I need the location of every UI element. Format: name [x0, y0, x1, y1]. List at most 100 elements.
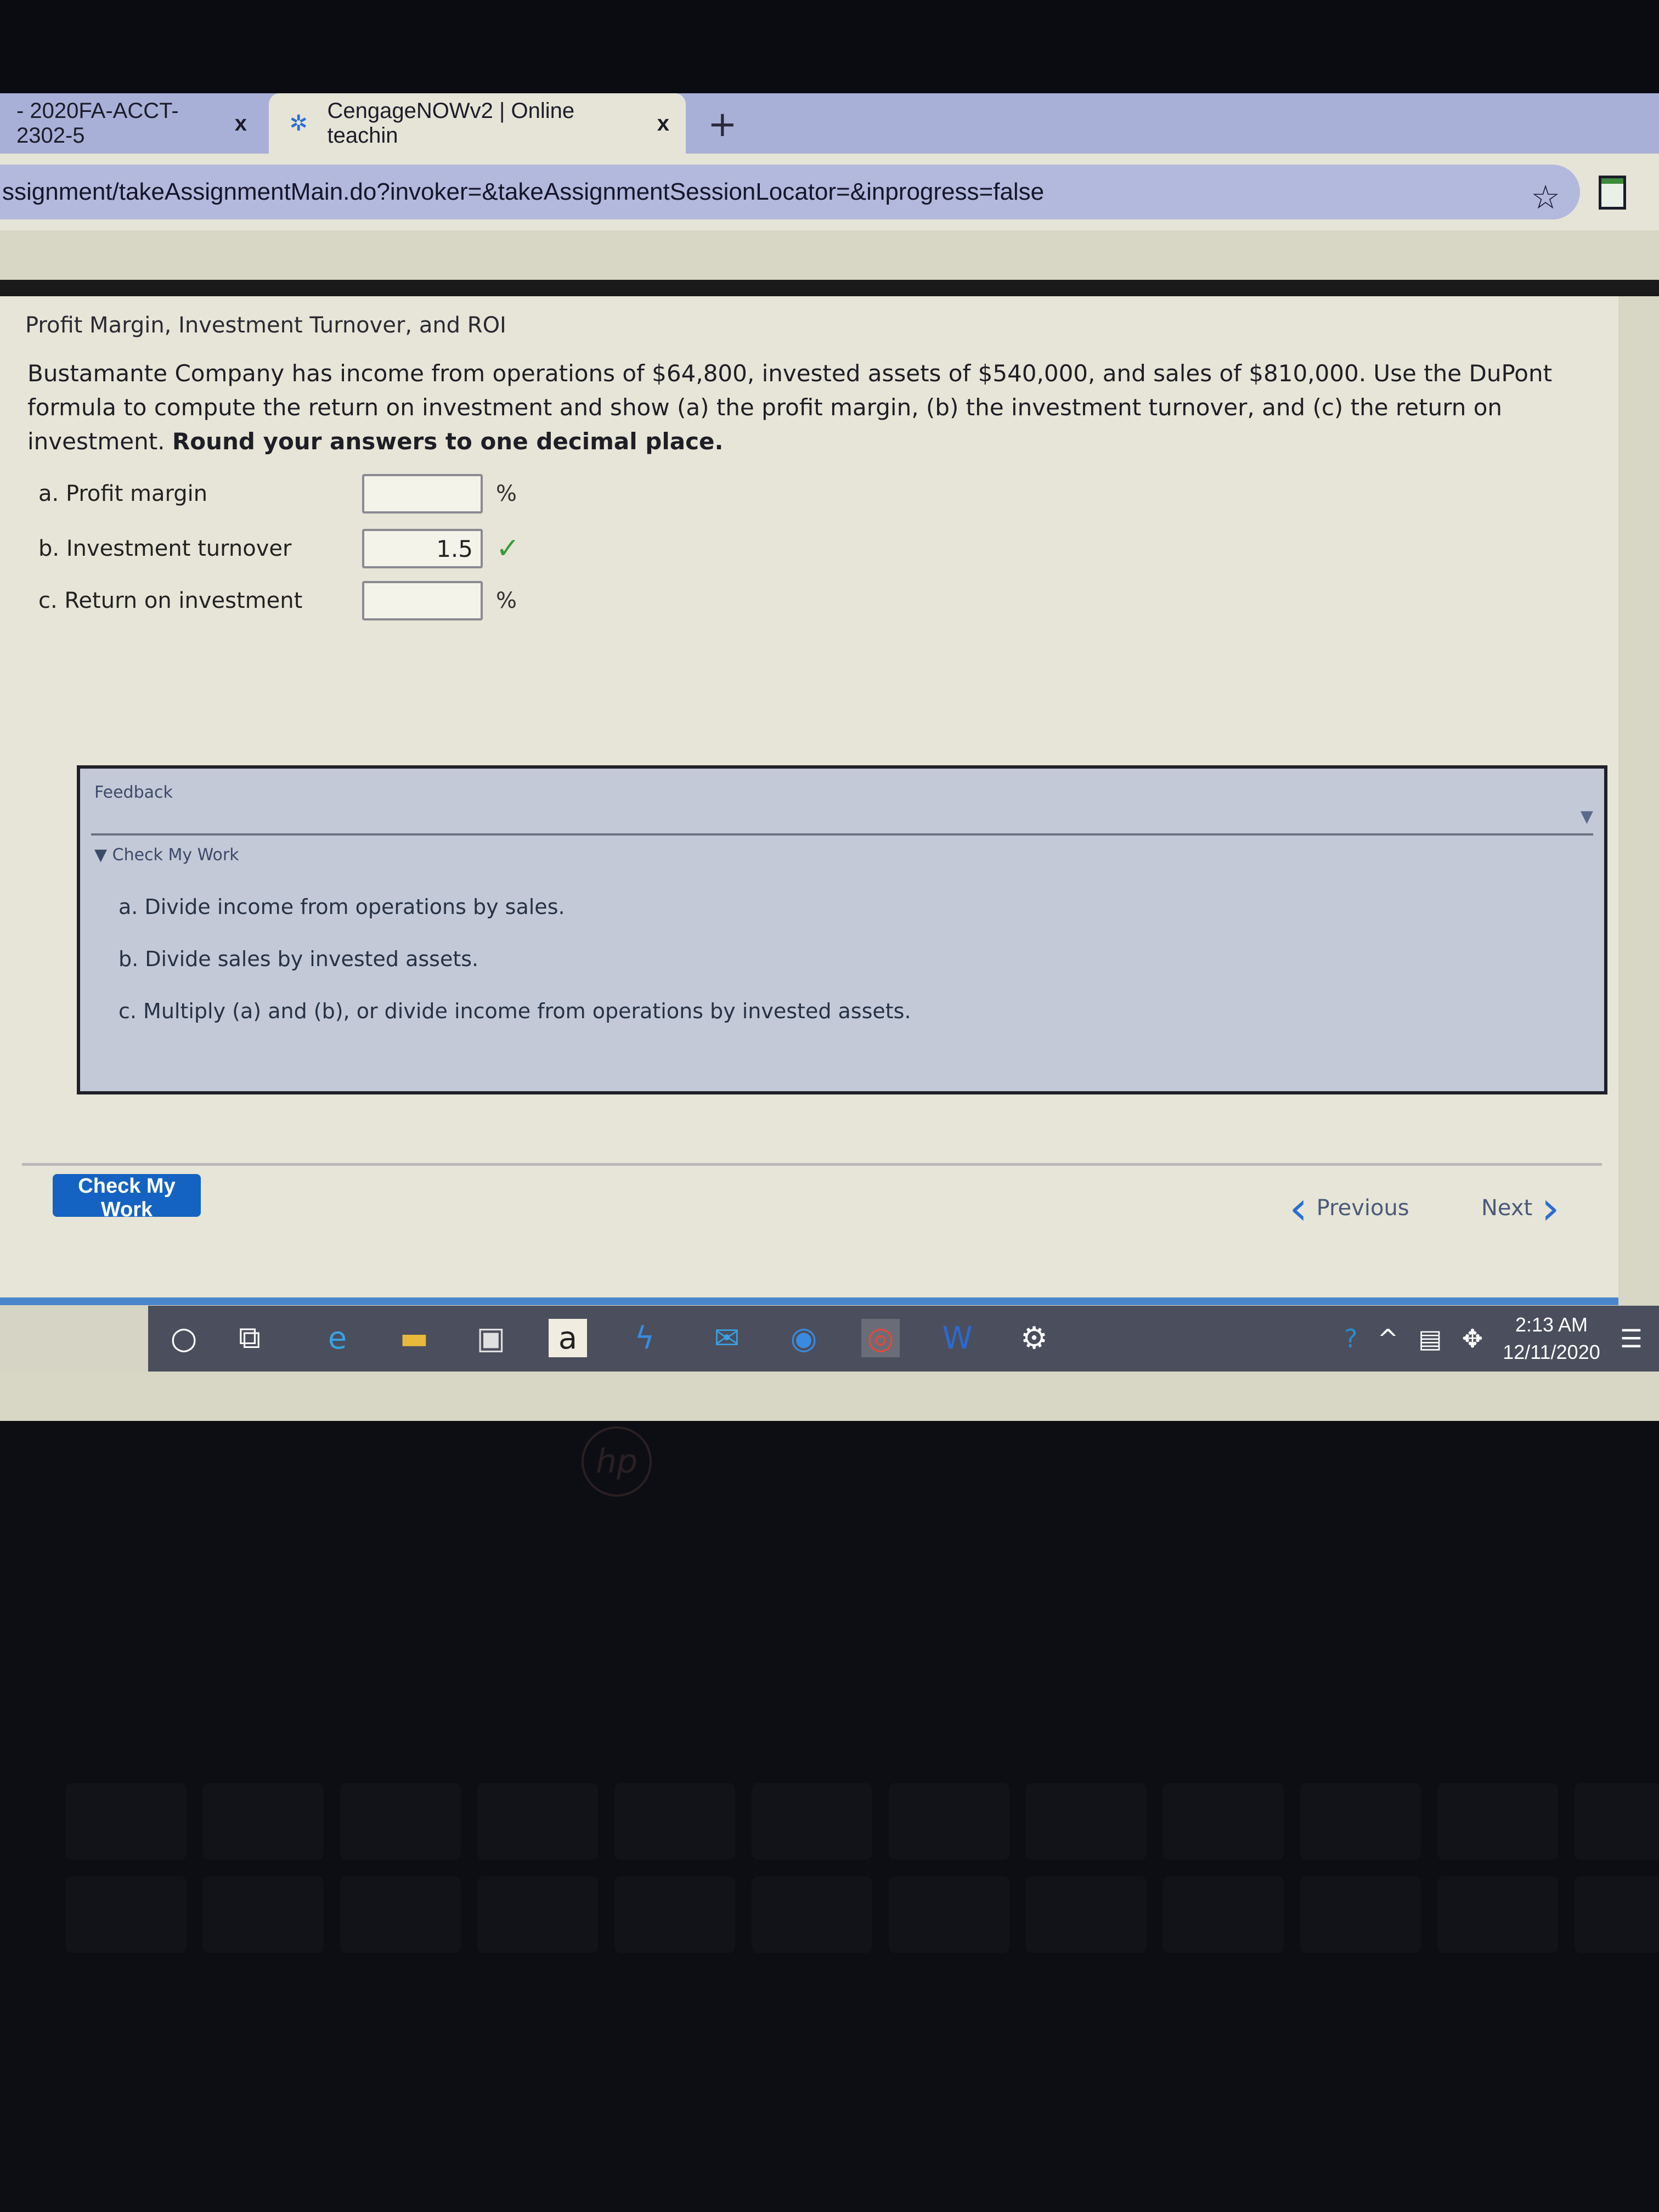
start-area[interactable]	[0, 1306, 148, 1372]
question-text: Bustamante Company has income from opera…	[27, 357, 1618, 459]
show-hidden-icons-chevron[interactable]: ^	[1378, 1324, 1399, 1353]
close-tab-icon[interactable]: x	[657, 111, 669, 136]
cortana-search-icon[interactable]: ○	[165, 1319, 203, 1357]
answer-label: b. Investment turnover	[38, 536, 292, 561]
notifications-icon[interactable]: ☰	[1620, 1324, 1643, 1353]
answer-label: a. Profit margin	[38, 481, 208, 506]
feedback-divider	[91, 833, 1593, 836]
help-icon[interactable]: ?	[1344, 1324, 1357, 1353]
check-my-work-section-toggle[interactable]: ▼ Check My Work	[94, 845, 239, 865]
keyboard-key	[477, 1876, 598, 1953]
question-instruction: Round your answers to one decimal place.	[172, 428, 724, 455]
keyboard-key	[752, 1783, 872, 1860]
browser-tab-strip: - 2020FA-ACCT-2302-5 x ✲ CengageNOWv2 | …	[0, 93, 1659, 154]
keyboard-key	[1026, 1876, 1147, 1953]
keyboard-key	[340, 1783, 461, 1860]
windows-taskbar: ○ ⧉ e ▬ ▣ a ϟ ✉ ◉ ◎ W ⚙ ? ^ ▤ ✥ 2:13 AM …	[0, 1306, 1659, 1372]
cortana-app-icon[interactable]: ◉	[785, 1319, 823, 1357]
keyboard-key	[1300, 1783, 1421, 1860]
cengage-favicon-icon: ✲	[289, 111, 308, 136]
expand-triangle-icon: ▼	[94, 845, 108, 865]
return-on-investment-input[interactable]	[362, 581, 483, 620]
answer-label: c. Return on investment	[38, 588, 303, 613]
keyboard-function-row	[66, 1783, 1659, 1860]
keyboard-key	[1163, 1783, 1284, 1860]
feedback-header: Feedback	[94, 783, 173, 802]
tab-label: - 2020FA-ACCT-2302-5	[16, 99, 179, 148]
amazon-icon[interactable]: a	[549, 1319, 587, 1357]
system-clock[interactable]: 2:13 AM 12/11/2020	[1503, 1311, 1600, 1366]
page-top-border	[0, 280, 1659, 296]
keyboard-key	[614, 1783, 735, 1860]
internet-explorer-icon[interactable]: e	[318, 1319, 357, 1357]
keyboard-key	[203, 1783, 324, 1860]
bolt-app-icon[interactable]: ϟ	[625, 1319, 664, 1357]
new-tab-plus-icon[interactable]: +	[708, 104, 737, 145]
keyboard-key	[889, 1783, 1009, 1860]
check-my-work-button[interactable]: Check My Work	[53, 1174, 201, 1221]
profit-margin-input[interactable]	[362, 474, 483, 514]
keyboard-key	[1437, 1876, 1558, 1953]
chevron-right-icon: ›	[1541, 1181, 1560, 1235]
tab-cengagenow[interactable]: ✲ CengageNOWv2 | Online teachin x	[269, 93, 686, 154]
answer-row-return-on-investment: c. Return on investment %	[38, 579, 518, 623]
keyboard-key	[1575, 1876, 1659, 1953]
keyboard-key	[1437, 1783, 1558, 1860]
keyboard-key	[66, 1783, 187, 1860]
problem-title: Profit Margin, Investment Turnover, and …	[25, 313, 506, 338]
section-title: Check My Work	[112, 845, 239, 865]
keyboard-key	[1026, 1783, 1147, 1860]
microsoft-store-icon[interactable]: ▣	[472, 1319, 510, 1357]
window-bottom-edge	[0, 1297, 1618, 1305]
keyboard-key	[203, 1876, 324, 1953]
keyboard-key	[66, 1876, 187, 1953]
keyboard-key	[614, 1876, 735, 1953]
file-explorer-icon[interactable]: ▬	[395, 1319, 433, 1357]
keyboard-key	[1163, 1876, 1284, 1953]
network-icon[interactable]: ▤	[1418, 1324, 1442, 1353]
keyboard-key	[1300, 1876, 1421, 1953]
keyboard-key	[752, 1876, 872, 1953]
bookmark-star-icon[interactable]: ☆	[1531, 178, 1560, 217]
keyboard-key	[340, 1876, 461, 1953]
clock-time: 2:13 AM	[1515, 1313, 1588, 1336]
investment-turnover-input[interactable]	[362, 529, 483, 568]
word-icon[interactable]: W	[938, 1319, 977, 1357]
chrome-icon[interactable]: ◎	[861, 1319, 900, 1357]
percent-unit: %	[496, 481, 517, 506]
close-tab-icon[interactable]: x	[235, 111, 247, 136]
dropbox-icon[interactable]: ✥	[1462, 1324, 1483, 1353]
keyboard-number-row	[66, 1876, 1659, 1953]
hint-c: c. Multiply (a) and (b), or divide incom…	[119, 999, 911, 1023]
keyboard-key	[477, 1783, 598, 1860]
task-view-icon[interactable]: ⧉	[230, 1319, 269, 1357]
assignment-page: Profit Margin, Investment Turnover, and …	[0, 296, 1618, 1300]
mail-icon[interactable]: ✉	[708, 1319, 746, 1357]
next-label: Next	[1481, 1195, 1533, 1221]
tab-accounting-course[interactable]: - 2020FA-ACCT-2302-5 x	[0, 93, 263, 154]
percent-unit: %	[496, 588, 517, 613]
address-url: ssignment/takeAssignmentMain.do?invoker=…	[2, 178, 1045, 205]
browser-toolbar: ssignment/takeAssignmentMain.do?invoker=…	[0, 154, 1659, 230]
clock-date: 12/11/2020	[1503, 1341, 1600, 1363]
previous-button[interactable]: ‹ Previous	[1289, 1185, 1409, 1231]
next-button[interactable]: Next ›	[1481, 1185, 1560, 1231]
keyboard-key	[1575, 1783, 1659, 1860]
settings-icon[interactable]: ⚙	[1015, 1319, 1053, 1357]
hp-logo-icon: hp	[582, 1426, 652, 1497]
hint-a: a. Divide income from operations by sale…	[119, 895, 565, 919]
answer-row-profit-margin: a. Profit margin %	[38, 472, 518, 516]
correct-checkmark-icon: ✓	[496, 532, 520, 565]
keyboard-key	[889, 1876, 1009, 1953]
collapse-triangle-icon[interactable]: ▼	[1581, 807, 1593, 826]
previous-label: Previous	[1316, 1195, 1409, 1221]
hint-b: b. Divide sales by invested assets.	[119, 947, 479, 971]
screen: - 2020FA-ACCT-2302-5 x ✲ CengageNOWv2 | …	[0, 93, 1659, 1421]
chevron-left-icon: ‹	[1289, 1181, 1308, 1235]
address-bar[interactable]: ssignment/takeAssignmentMain.do?invoker=…	[0, 165, 1580, 219]
system-tray: ? ^ ▤ ✥ 2:13 AM 12/11/2020 ☰	[1344, 1306, 1659, 1372]
tab-label: CengageNOWv2 | Online teachin	[327, 99, 575, 148]
answer-row-investment-turnover: b. Investment turnover ✓	[38, 527, 520, 571]
extension-icon[interactable]	[1599, 176, 1626, 210]
footer-divider	[22, 1163, 1602, 1166]
